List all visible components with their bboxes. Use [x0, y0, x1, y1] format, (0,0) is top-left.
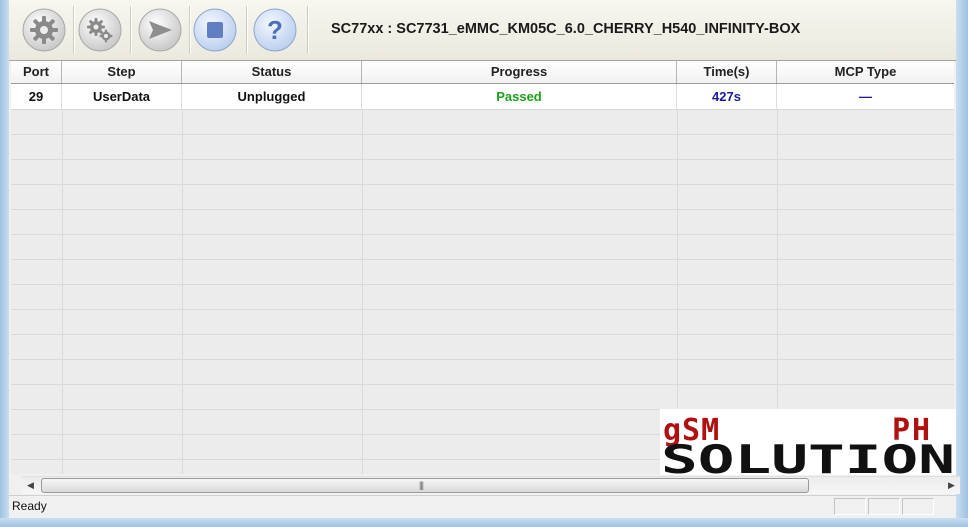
- status-text: Ready: [12, 499, 47, 513]
- status-pane: [834, 498, 866, 515]
- cell-mcp-type: —: [859, 89, 872, 104]
- window-frame-bottom: [0, 518, 968, 527]
- app-window: ? SC77xx : SC7731_eMMC_KM05C_6.0_CHERRY_…: [9, 0, 960, 518]
- cell-step: UserData: [62, 84, 182, 109]
- window-frame-right: [956, 0, 968, 527]
- status-pane: [868, 498, 900, 515]
- logo-text-solution: SOLUTION: [661, 438, 955, 475]
- cell-progress: Passed: [362, 84, 677, 109]
- toolbar: ? SC77xx : SC7731_eMMC_KM05C_6.0_CHERRY_…: [9, 0, 956, 61]
- firmware-title: SC77xx : SC7731_eMMC_KM05C_6.0_CHERRY_H5…: [331, 21, 801, 37]
- scroll-left-arrow-icon[interactable]: ◀: [22, 477, 39, 494]
- cell-time: 427s: [677, 84, 777, 109]
- grid-line: [11, 209, 954, 210]
- advanced-settings-button[interactable]: [77, 7, 123, 53]
- column-header-step[interactable]: Step: [62, 61, 182, 83]
- status-bar: Ready: [9, 495, 956, 518]
- grid-line: [11, 284, 954, 285]
- grid-line: [11, 159, 954, 160]
- gears-icon: [78, 8, 122, 52]
- column-header-port[interactable]: Port: [11, 61, 62, 83]
- table-header: Port Step Status Progress Time(s) MCP Ty…: [11, 61, 954, 84]
- grid-line: [62, 109, 63, 474]
- help-button[interactable]: ?: [252, 7, 298, 53]
- gear-icon: [22, 8, 66, 52]
- grid-line: [11, 384, 954, 385]
- toolbar-separator: [130, 6, 131, 54]
- grid-line: [11, 334, 954, 335]
- grip-icon: |||: [419, 480, 424, 490]
- toolbar-separator: [73, 6, 74, 54]
- question-icon: ?: [253, 8, 297, 52]
- column-header-progress[interactable]: Progress: [362, 61, 677, 83]
- column-header-status[interactable]: Status: [182, 61, 362, 83]
- gsm-solution-ph-logo: gSM PH SOLUTION: [660, 409, 956, 483]
- grid-line: [182, 109, 183, 474]
- grid-line: [11, 359, 954, 360]
- grid-line: [11, 134, 954, 135]
- window-frame-left: [0, 0, 9, 527]
- column-header-time[interactable]: Time(s): [677, 61, 777, 83]
- cell-status: Unplugged: [182, 84, 362, 109]
- horizontal-scrollbar[interactable]: ◀ ||| ▶: [22, 476, 960, 494]
- toolbar-separator: [189, 6, 190, 54]
- grid-line: [11, 234, 954, 235]
- scroll-right-arrow-icon[interactable]: ▶: [943, 477, 960, 494]
- svg-text:?: ?: [267, 15, 283, 45]
- grid-line: [11, 184, 954, 185]
- start-button[interactable]: [137, 7, 183, 53]
- cell-port: 29: [11, 84, 62, 109]
- stop-button[interactable]: [192, 7, 238, 53]
- settings-button[interactable]: [21, 7, 67, 53]
- column-header-mcp-type[interactable]: MCP Type: [777, 61, 954, 83]
- toolbar-separator: [307, 6, 308, 54]
- grid-line: [11, 259, 954, 260]
- grid-line: [11, 309, 954, 310]
- scrollbar-thumb[interactable]: |||: [41, 478, 809, 493]
- status-pane: [902, 498, 934, 515]
- table-row[interactable]: 29 UserData Unplugged Passed 427s —: [11, 84, 954, 110]
- stop-square-icon: [193, 8, 237, 52]
- toolbar-separator: [246, 6, 247, 54]
- play-arrow-icon: [138, 8, 182, 52]
- grid-line: [362, 109, 363, 474]
